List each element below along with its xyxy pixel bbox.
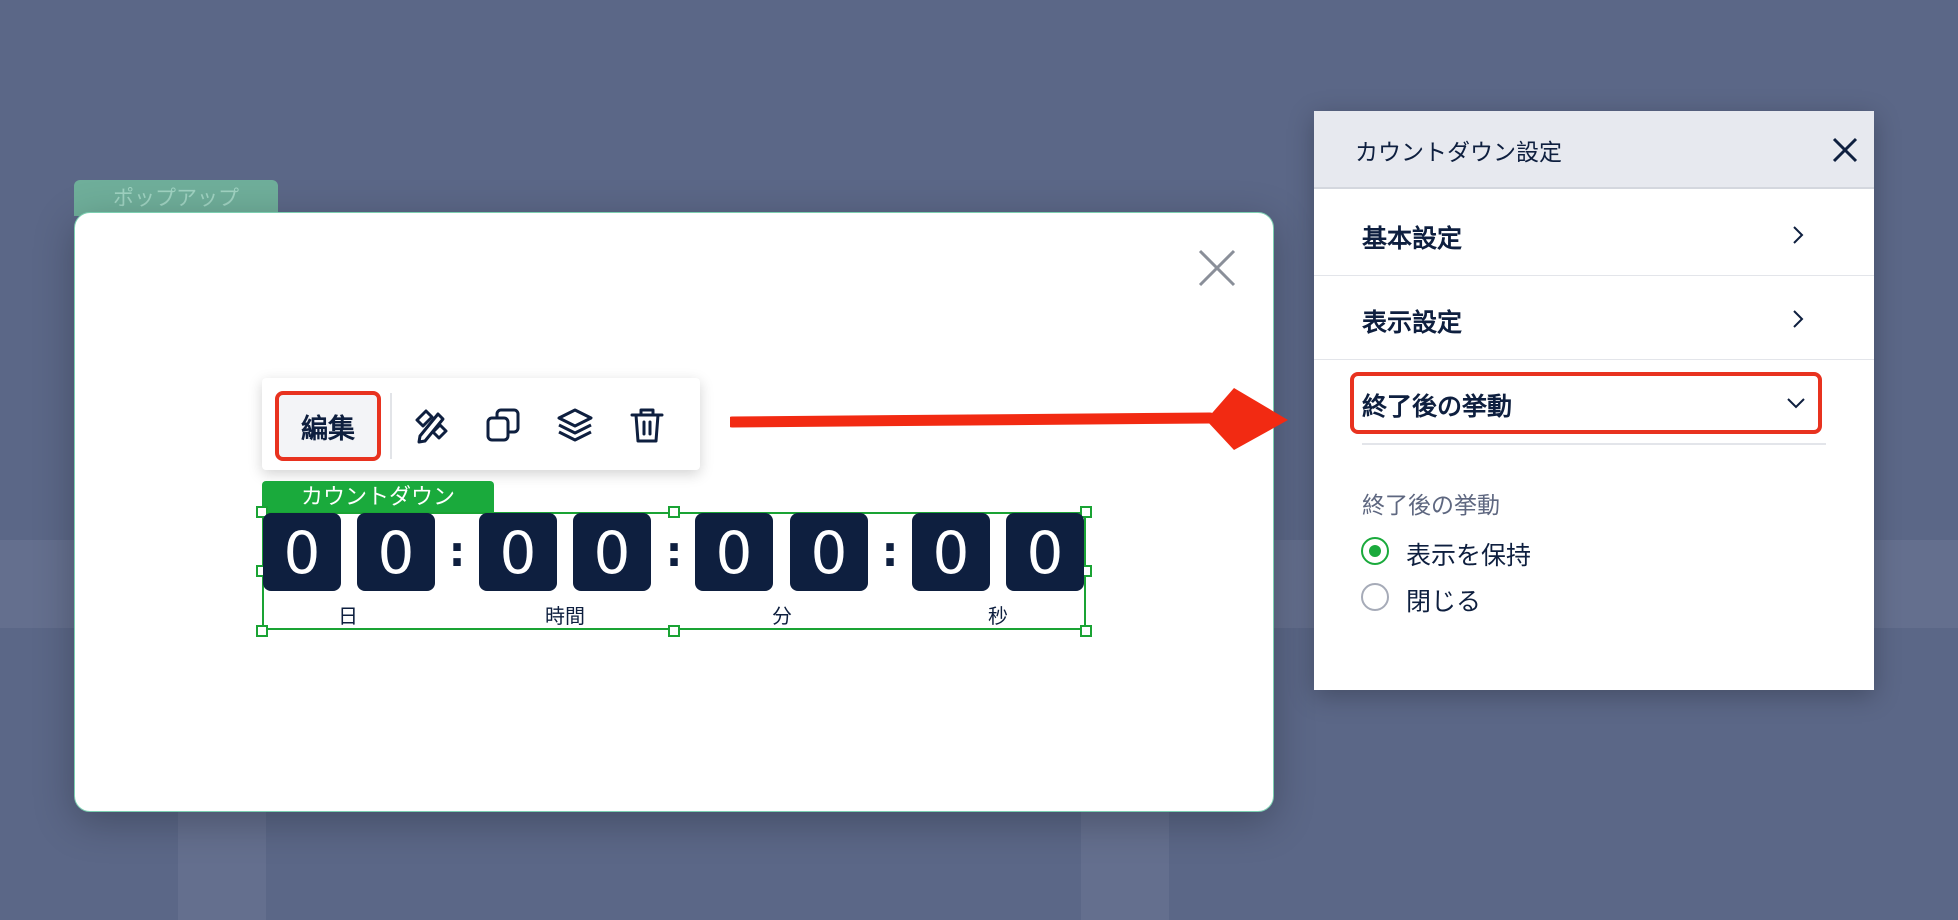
radio-close[interactable] <box>1361 583 1389 611</box>
close-icon[interactable] <box>1196 247 1238 289</box>
panel-row-display-settings[interactable]: 表示設定 <box>1362 303 1462 339</box>
duplicate-icon[interactable] <box>484 406 522 444</box>
toolbar-divider <box>390 393 392 459</box>
trash-icon[interactable] <box>628 406 666 444</box>
radio-label-keep-display[interactable]: 表示を保持 <box>1406 536 1531 572</box>
chevron-down-icon[interactable] <box>1786 393 1806 413</box>
row-divider <box>1314 359 1874 360</box>
countdown-digit: 0 <box>263 513 341 591</box>
section-divider <box>1362 443 1826 445</box>
countdown-digit: 0 <box>1006 513 1084 591</box>
countdown-digit: 0 <box>479 513 557 591</box>
design-icon[interactable] <box>412 406 450 444</box>
countdown-separator: : <box>448 527 466 576</box>
countdown-label[interactable]: カウントダウン <box>262 481 494 513</box>
popup-tab[interactable]: ポップアップ <box>74 180 278 216</box>
close-icon[interactable] <box>1831 136 1859 164</box>
countdown-digit: 0 <box>573 513 651 591</box>
panel-row-basic-settings[interactable]: 基本設定 <box>1362 219 1462 255</box>
countdown-digit: 0 <box>357 513 435 591</box>
countdown-unit-hours: 時間 <box>545 604 585 628</box>
countdown-unit-minutes: 分 <box>772 604 792 628</box>
edit-button[interactable]: 編集 <box>275 391 381 461</box>
resize-handle[interactable] <box>668 506 680 518</box>
row-divider <box>1314 275 1874 276</box>
annotation-arrow <box>730 388 1288 450</box>
countdown-separator: : <box>881 527 899 576</box>
panel-row-after-end-behavior[interactable]: 終了後の挙動 <box>1362 387 1512 423</box>
countdown-digit: 0 <box>912 513 990 591</box>
chevron-right-icon[interactable] <box>1788 225 1808 245</box>
section-label: 終了後の挙動 <box>1362 493 1500 519</box>
countdown-unit-days: 日 <box>338 604 358 628</box>
chevron-right-icon[interactable] <box>1788 309 1808 329</box>
radio-keep-display[interactable] <box>1361 537 1389 565</box>
layers-icon[interactable] <box>556 406 594 444</box>
countdown-unit-seconds: 秒 <box>988 604 1008 628</box>
panel-title: カウントダウン設定 <box>1355 140 1562 166</box>
radio-label-close[interactable]: 閉じる <box>1406 582 1481 618</box>
countdown-digit: 0 <box>695 513 773 591</box>
resize-handle[interactable] <box>256 625 268 637</box>
resize-handle[interactable] <box>668 625 680 637</box>
resize-handle[interactable] <box>1080 625 1092 637</box>
countdown-separator: : <box>665 527 683 576</box>
countdown-digit: 0 <box>790 513 868 591</box>
